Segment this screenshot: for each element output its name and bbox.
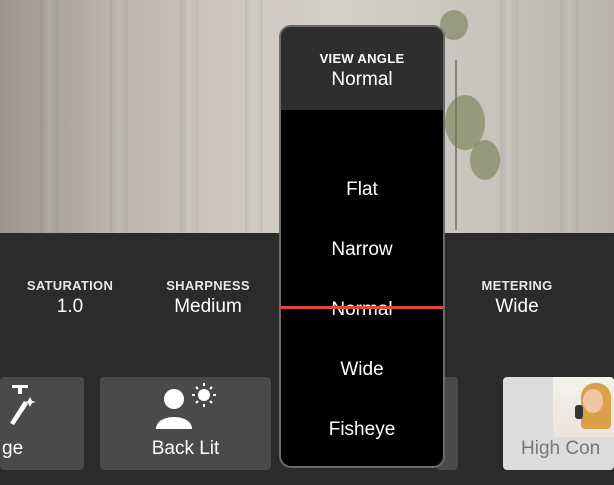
metering-value: Wide <box>495 296 539 317</box>
scene-label: High Con <box>521 438 601 459</box>
curtain-fold <box>110 0 128 233</box>
view-angle-picker[interactable]: VIEW ANGLE Normal Flat Narrow Normal Wid… <box>279 25 445 468</box>
saturation-setting[interactable]: SATURATION 1.0 <box>10 278 130 318</box>
option-normal[interactable]: Normal <box>281 299 443 321</box>
singer-thumbnail <box>553 377 614 437</box>
saturation-value: 1.0 <box>56 296 84 317</box>
backlit-person-icon <box>156 383 216 429</box>
option-narrow[interactable]: Narrow <box>281 239 443 261</box>
sharpness-setting[interactable]: SHARPNESS Medium <box>148 278 268 318</box>
curtain-fold <box>40 0 58 233</box>
scene-tile-magic[interactable]: ge <box>0 377 84 470</box>
curtain-fold <box>560 0 578 233</box>
scene-tile-high-contrast[interactable]: High Con <box>503 377 614 470</box>
curtain-fold <box>500 0 518 233</box>
scene-label: ge <box>2 438 24 459</box>
curtain-fold <box>245 0 263 233</box>
plant-leaves <box>470 140 500 180</box>
curtain-fold <box>180 0 198 233</box>
sharpness-value: Medium <box>174 296 242 317</box>
selection-indicator-line <box>279 306 443 309</box>
option-wide[interactable]: Wide <box>281 359 443 381</box>
metering-label: METERING <box>481 278 553 293</box>
picker-title: VIEW ANGLE <box>319 51 405 66</box>
sharpness-label: SHARPNESS <box>166 278 250 293</box>
magic-wand-icon <box>10 385 36 425</box>
saturation-label: SATURATION <box>26 278 114 293</box>
metering-setting[interactable]: METERING Wide <box>457 278 577 318</box>
scene-tile-backlit[interactable]: Back Lit <box>100 377 271 470</box>
picker-header: VIEW ANGLE Normal <box>281 27 443 110</box>
option-fisheye[interactable]: Fisheye <box>281 419 443 441</box>
option-flat[interactable]: Flat <box>281 179 443 201</box>
picker-current-value: Normal <box>331 69 393 90</box>
scene-label: Back Lit <box>151 438 220 459</box>
